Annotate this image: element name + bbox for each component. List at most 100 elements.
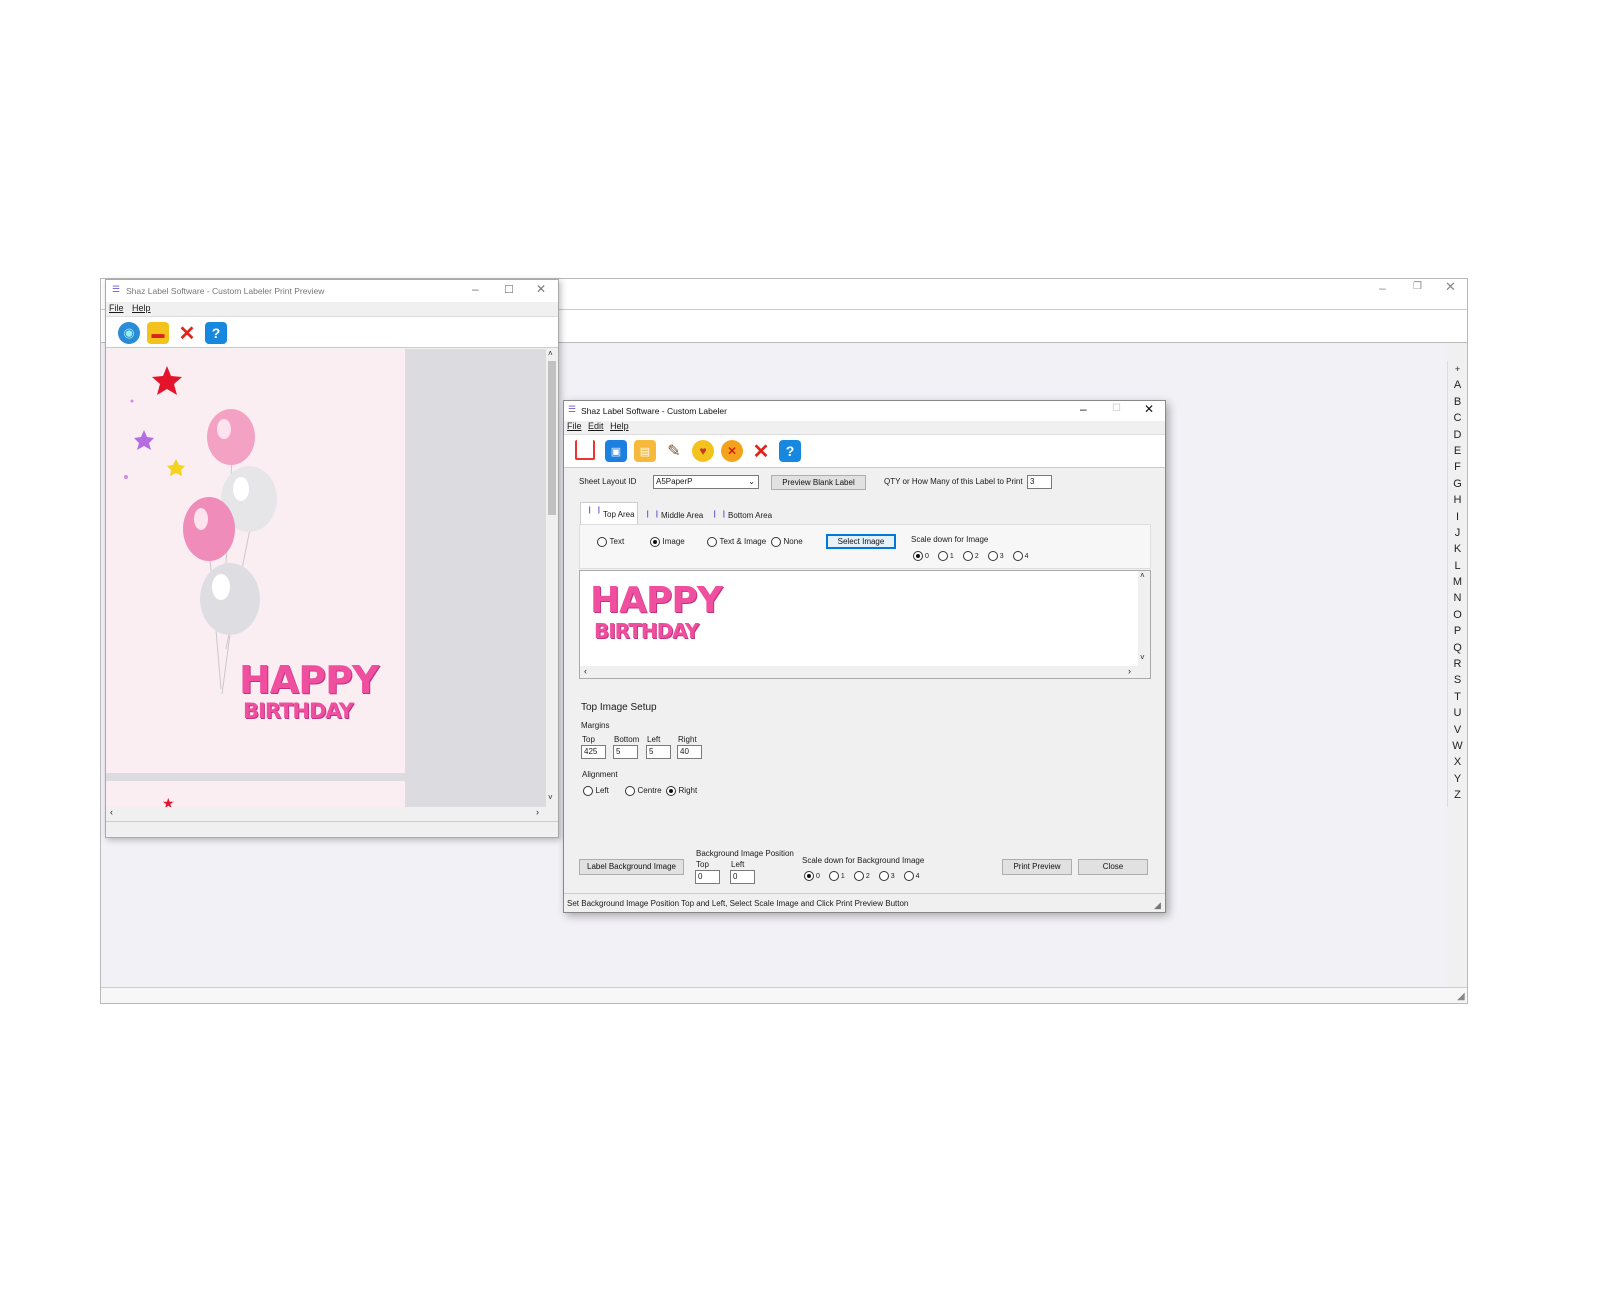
open-icon[interactable]: ▣: [605, 440, 627, 462]
label-background-image-button[interactable]: Label Background Image: [579, 859, 684, 875]
preview-hscrollbar[interactable]: ‹ ›: [106, 807, 546, 819]
bg-left-label: Left: [731, 860, 745, 869]
labeler-maximize-button[interactable]: ☐: [1112, 403, 1121, 414]
radio-align-right[interactable]: Right: [666, 785, 697, 796]
print-preview-button[interactable]: Print Preview: [1002, 859, 1072, 875]
preview-title: Shaz Label Software - Custom Labeler Pri…: [126, 286, 325, 296]
scale-image-radio-4[interactable]: 4: [1012, 551, 1029, 562]
az-index-x[interactable]: X: [1448, 754, 1467, 770]
sheet-layout-select[interactable]: A5PaperP ⌄: [653, 475, 759, 489]
az-index-t[interactable]: T: [1448, 689, 1467, 705]
preview-close-button[interactable]: ✕: [536, 282, 546, 296]
close-icon[interactable]: ✕: [176, 322, 198, 345]
scale-image-radio-0[interactable]: 0: [913, 551, 929, 562]
select-image-button[interactable]: Select Image: [826, 534, 896, 549]
az-index-g[interactable]: G: [1448, 476, 1467, 492]
bg-scale-radio-4[interactable]: 4: [903, 871, 920, 882]
menu-file[interactable]: File: [109, 303, 124, 313]
az-index-u[interactable]: U: [1448, 705, 1467, 721]
az-index-j[interactable]: J: [1448, 525, 1467, 541]
help-icon[interactable]: ?: [205, 322, 227, 344]
card-happy-text: HAPPY: [239, 658, 379, 702]
az-index-p[interactable]: P: [1448, 623, 1467, 639]
menu-help[interactable]: Help: [132, 303, 151, 313]
image-vscrollbar[interactable]: ˄ ˅: [1138, 571, 1150, 666]
az-index-m[interactable]: M: [1448, 574, 1467, 590]
labeler-window: ☰ Shaz Label Software - Custom Labeler –…: [563, 400, 1166, 913]
az-index-q[interactable]: Q: [1448, 640, 1467, 656]
preview-minimize-button[interactable]: –: [472, 282, 479, 296]
az-index-i[interactable]: I: [1448, 509, 1467, 525]
close-button[interactable]: Close: [1078, 859, 1148, 875]
bg-left-input[interactable]: 0: [730, 870, 755, 884]
az-index-z[interactable]: Z: [1448, 787, 1467, 803]
tab-bottom-area[interactable]: ▕▏▕▏ Bottom Area: [706, 505, 776, 524]
zoom-icon[interactable]: ◉: [118, 322, 140, 344]
resize-grip[interactable]: ◢: [1154, 900, 1161, 911]
az-index-s[interactable]: S: [1448, 672, 1467, 688]
az-index-c[interactable]: C: [1448, 410, 1467, 426]
radio-align-centre[interactable]: Centre: [625, 785, 662, 796]
main-resize-grip[interactable]: ◢: [1457, 991, 1465, 1002]
radio-image[interactable]: Image: [650, 536, 685, 547]
menu-help[interactable]: Help: [610, 421, 629, 431]
az-index-n[interactable]: N: [1448, 590, 1467, 606]
qty-input[interactable]: 3: [1027, 475, 1052, 489]
az-index-r[interactable]: R: [1448, 656, 1467, 672]
az-index-o[interactable]: O: [1448, 607, 1467, 623]
tab-middle-area[interactable]: ▕▏▕▏ Middle Area: [639, 505, 705, 524]
margin-left-input[interactable]: 5: [646, 745, 671, 759]
margin-right-input[interactable]: 40: [677, 745, 702, 759]
az-index-a[interactable]: A: [1448, 377, 1467, 393]
preview-blank-label-button[interactable]: Preview Blank Label: [771, 475, 866, 490]
main-restore-button[interactable]: ❐: [1413, 281, 1422, 292]
az-index-k[interactable]: K: [1448, 541, 1467, 557]
labeler-close-button[interactable]: ✕: [1144, 402, 1154, 416]
scale-image-radio-2[interactable]: 2: [962, 551, 979, 562]
labeler-minimize-button[interactable]: –: [1080, 402, 1087, 416]
print-icon[interactable]: ▬: [147, 322, 169, 344]
balloon-icon[interactable]: ♥: [692, 440, 714, 462]
bg-scale-radio-1[interactable]: 1: [828, 871, 845, 882]
radio-align-left[interactable]: Left: [583, 785, 609, 796]
radio-text[interactable]: Text: [597, 536, 624, 547]
menu-file[interactable]: File: [567, 421, 582, 431]
brush-icon[interactable]: ✎: [663, 440, 685, 462]
az-index-v[interactable]: V: [1448, 722, 1467, 738]
margin-right-label: Right: [678, 735, 697, 744]
az-index-y[interactable]: Y: [1448, 771, 1467, 787]
card-birthday-text: BIRTHDAY: [243, 699, 354, 723]
az-index-d[interactable]: D: [1448, 427, 1467, 443]
balloon-delete-icon[interactable]: ✕: [721, 440, 743, 462]
main-close-button[interactable]: ✕: [1445, 279, 1456, 295]
az-index-l[interactable]: L: [1448, 558, 1467, 574]
preview-maximize-button[interactable]: ☐: [504, 283, 514, 296]
close-icon[interactable]: ✕: [750, 440, 772, 463]
radio-text-image[interactable]: Text & Image: [707, 536, 766, 547]
new-label-icon[interactable]: [575, 440, 595, 460]
tab-top-area[interactable]: ▕▏▕▏ Top Area: [580, 502, 638, 524]
margin-top-input[interactable]: 425: [581, 745, 606, 759]
preview-vscrollbar[interactable]: ˄ ˅: [546, 349, 558, 807]
radio-none[interactable]: None: [771, 536, 803, 547]
bg-scale-radio-3[interactable]: 3: [878, 871, 895, 882]
bg-top-input[interactable]: 0: [695, 870, 720, 884]
az-index-e[interactable]: E: [1448, 443, 1467, 459]
help-icon[interactable]: ?: [779, 440, 801, 462]
scale-image-radio-1[interactable]: 1: [937, 551, 954, 562]
bg-scale-radio-2[interactable]: 2: [853, 871, 870, 882]
scale-image-radio-3[interactable]: 3: [987, 551, 1004, 562]
az-index-b[interactable]: B: [1448, 394, 1467, 410]
bg-scale-radio-0[interactable]: 0: [804, 871, 820, 882]
main-minimize-button[interactable]: –: [1379, 281, 1386, 295]
az-index-plus[interactable]: +: [1448, 361, 1467, 377]
setup-title: Top Image Setup: [581, 702, 657, 713]
az-index-h[interactable]: H: [1448, 492, 1467, 508]
image-hscrollbar[interactable]: ‹ ›: [580, 666, 1150, 678]
az-index-w[interactable]: W: [1448, 738, 1467, 754]
save-icon[interactable]: ▤: [634, 440, 656, 462]
tab-icon: ▕▏▕▏: [710, 512, 729, 518]
margin-bottom-input[interactable]: 5: [613, 745, 638, 759]
menu-edit[interactable]: Edit: [588, 421, 604, 431]
az-index-f[interactable]: F: [1448, 459, 1467, 475]
